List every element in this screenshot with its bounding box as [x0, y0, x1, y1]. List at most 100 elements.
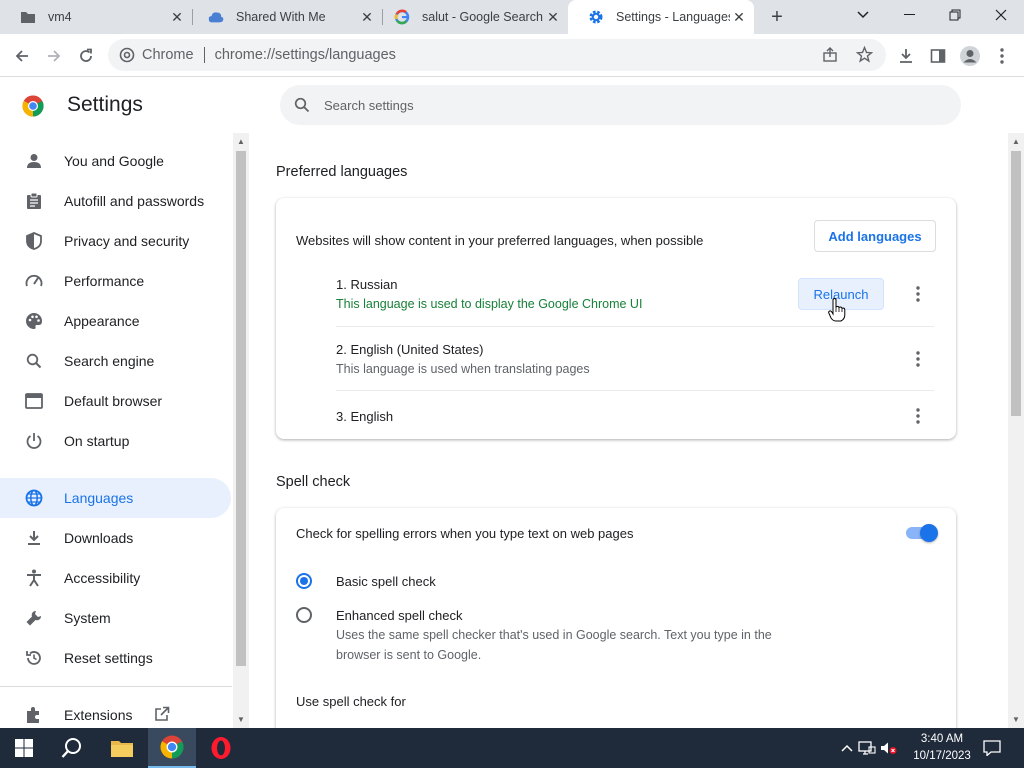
add-languages-button[interactable]: Add languages [814, 220, 936, 252]
settings-main: Preferred languages Websites will show c… [250, 133, 1008, 728]
enhanced-spell-check-description: browser is sent to Google. [336, 648, 482, 662]
tab-shared-with-me[interactable]: Shared With Me ✕ [188, 0, 382, 34]
spell-check-card: Check for spelling errors when you type … [276, 508, 956, 728]
tab-label: salut - Google Search [422, 10, 543, 24]
reload-button[interactable] [73, 43, 99, 69]
file-explorer-icon[interactable] [98, 728, 146, 768]
close-icon[interactable]: ✕ [168, 8, 186, 26]
sidebar-item-downloads[interactable]: Downloads [0, 518, 231, 558]
start-button[interactable] [0, 728, 48, 768]
taskbar-clock[interactable]: 3:40 AM 10/17/2023 [912, 731, 972, 765]
scroll-down-arrow-icon[interactable]: ▼ [1012, 715, 1020, 724]
scroll-up-arrow-icon[interactable]: ▲ [1012, 137, 1020, 146]
bookmark-star-icon[interactable] [855, 45, 874, 67]
scrollbar-thumb[interactable] [1011, 151, 1021, 416]
profile-avatar[interactable] [957, 43, 983, 69]
sidebar-item-appearance[interactable]: Appearance [0, 301, 231, 341]
settings-search[interactable] [280, 85, 961, 125]
network-icon[interactable] [856, 741, 878, 755]
menu-kebab-icon[interactable] [989, 43, 1015, 69]
sidebar-item-search-engine[interactable]: Search engine [0, 341, 231, 381]
globe-icon [24, 488, 44, 508]
sidebar-item-label: You and Google [64, 153, 164, 169]
share-icon[interactable] [822, 47, 838, 67]
preferred-languages-card: Websites will show content in your prefe… [276, 198, 956, 439]
sidebar-item-languages[interactable]: Languages [0, 478, 231, 518]
sidebar-item-accessibility[interactable]: Accessibility [0, 558, 231, 598]
tab-label: vm4 [48, 10, 72, 24]
spell-check-toggle[interactable] [904, 524, 938, 542]
language-menu-icon[interactable] [908, 284, 928, 304]
tab-settings-languages[interactable]: Settings - Languages ✕ [568, 0, 754, 34]
enhanced-spell-check-label: Enhanced spell check [336, 608, 463, 623]
scroll-down-arrow-icon[interactable]: ▼ [237, 715, 245, 724]
sidebar-item-label: Autofill and passwords [64, 193, 205, 209]
search-icon [24, 351, 44, 371]
language-name: 1. Russian [336, 277, 398, 292]
preferred-languages-description: Websites will show content in your prefe… [296, 233, 704, 248]
language-menu-icon[interactable] [908, 349, 928, 369]
close-icon[interactable]: ✕ [544, 8, 562, 26]
omnibox-separator [203, 47, 205, 63]
volume-muted-icon[interactable] [878, 741, 900, 755]
address-bar[interactable]: Chrome chrome://settings/languages [108, 39, 886, 71]
chevron-up-icon[interactable] [838, 744, 856, 752]
basic-spell-check-radio[interactable] [296, 573, 312, 589]
sidebar-item-default-browser[interactable]: Default browser [0, 381, 231, 421]
sidebar-item-extensions[interactable]: Extensions [0, 695, 231, 728]
tab-vm4[interactable]: vm4 ✕ [0, 0, 192, 34]
browser-toolbar: Chrome chrome://settings/languages [0, 34, 1024, 77]
sidebar-scrollbar[interactable]: ▲ ▼ [233, 133, 249, 728]
toggle-knob [920, 524, 938, 542]
sidebar-item-reset[interactable]: Reset settings [0, 638, 231, 678]
chrome-logo-icon [22, 95, 44, 117]
minimize-button[interactable] [886, 0, 932, 30]
side-panel-icon[interactable] [925, 43, 951, 69]
restore-button[interactable] [932, 0, 978, 30]
forward-button[interactable] [41, 43, 67, 69]
windows-taskbar: 3:40 AM 10/17/2023 [0, 728, 1024, 768]
sidebar-item-system[interactable]: System [0, 598, 231, 638]
enhanced-spell-check-radio[interactable] [296, 607, 312, 623]
sidebar-item-you-and-google[interactable]: You and Google [0, 141, 231, 181]
clock-date: 10/17/2023 [913, 750, 971, 762]
language-note: This language is used when translating p… [336, 362, 590, 376]
tab-google-search[interactable]: salut - Google Search ✕ [374, 0, 568, 34]
download-icon[interactable] [893, 43, 919, 69]
language-menu-icon[interactable] [908, 406, 928, 426]
search-icon[interactable] [48, 728, 96, 768]
close-window-button[interactable] [978, 0, 1024, 30]
search-input[interactable] [324, 97, 924, 113]
language-name: 2. English (United States) [336, 342, 484, 357]
use-spell-check-for-label: Use spell check for [296, 694, 406, 709]
chrome-site-icon [119, 47, 135, 67]
scroll-up-arrow-icon[interactable]: ▲ [237, 137, 245, 146]
person-icon [24, 151, 44, 171]
scrollbar-thumb[interactable] [236, 151, 246, 666]
gear-icon [588, 9, 604, 25]
sidebar-item-on-startup[interactable]: On startup [0, 421, 231, 461]
open-in-new-icon [154, 706, 170, 725]
back-button[interactable] [9, 43, 35, 69]
page-title: Settings [67, 93, 143, 116]
drive-icon [208, 9, 224, 25]
tab-search-button[interactable] [840, 0, 886, 30]
opera-icon[interactable] [197, 728, 245, 768]
reset-icon [24, 648, 44, 668]
basic-spell-check-label: Basic spell check [336, 574, 436, 589]
language-note: This language is used to display the Goo… [336, 297, 643, 311]
main-scrollbar[interactable]: ▲ ▼ [1008, 133, 1024, 728]
notifications-icon[interactable] [972, 728, 1012, 768]
sidebar-item-label: Default browser [64, 393, 163, 409]
chrome-taskbar-icon[interactable] [148, 728, 196, 768]
sidebar-item-performance[interactable]: Performance [0, 261, 231, 301]
close-icon[interactable]: ✕ [730, 8, 748, 26]
sidebar-item-privacy[interactable]: Privacy and security [0, 221, 231, 261]
sidebar-item-label: Search engine [64, 353, 155, 369]
sidebar-item-label: System [64, 610, 111, 626]
sidebar-item-label: Appearance [64, 313, 140, 329]
sidebar-item-autofill[interactable]: Autofill and passwords [0, 181, 231, 221]
new-tab-button[interactable]: + [766, 6, 788, 28]
language-name: 3. English [336, 409, 394, 424]
download-icon [24, 528, 44, 548]
